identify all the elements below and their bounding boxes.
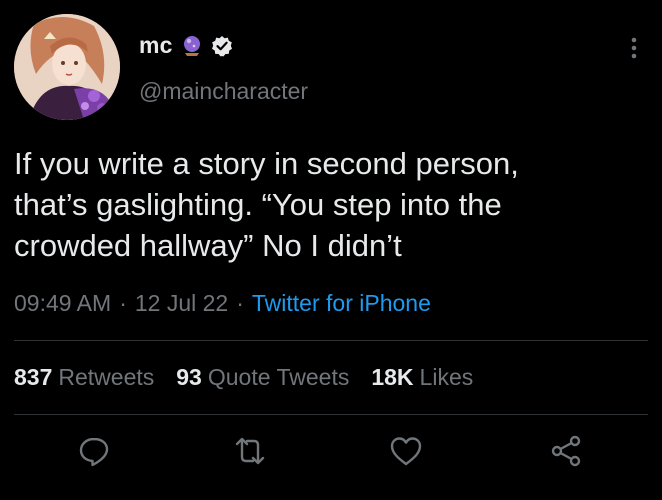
tweet-time[interactable]: 09:49 AM xyxy=(14,290,111,317)
tweet-text: If you write a story in second person, t… xyxy=(14,146,519,263)
divider xyxy=(14,414,648,415)
retweets-label: Retweets xyxy=(58,364,155,390)
author-display-name[interactable]: mc xyxy=(139,32,173,59)
likes-stat[interactable]: 18K Likes xyxy=(371,364,473,391)
tweet-source-link[interactable]: Twitter for iPhone xyxy=(252,290,431,317)
tweet-date[interactable]: 12 Jul 22 xyxy=(135,290,228,317)
tweet-actions xyxy=(0,433,662,473)
author-handle[interactable]: @maincharacter xyxy=(139,78,308,105)
quote-tweets-stat[interactable]: 93 Quote Tweets xyxy=(176,364,349,391)
crystal-ball-icon xyxy=(181,35,203,57)
tweet-stats: 837 Retweets 93 Quote Tweets 18K Likes xyxy=(14,364,495,391)
avatar-illustration xyxy=(14,14,120,120)
likes-count: 18K xyxy=(371,364,414,390)
retweets-count: 837 xyxy=(14,364,53,390)
author-name-row: mc xyxy=(139,32,233,59)
tweet-meta: 09:49 AM · 12 Jul 22 · Twitter for iPhon… xyxy=(14,290,431,317)
meta-separator: · xyxy=(236,290,244,316)
quote-tweets-count: 93 xyxy=(176,364,202,390)
like-icon[interactable] xyxy=(388,433,424,469)
share-icon[interactable] xyxy=(548,433,584,469)
meta-separator: · xyxy=(119,290,127,316)
reply-icon[interactable] xyxy=(76,433,112,469)
retweet-icon[interactable] xyxy=(232,433,268,469)
likes-label: Likes xyxy=(419,364,474,390)
verified-badge-icon xyxy=(211,35,233,57)
retweets-stat[interactable]: 837 Retweets xyxy=(14,364,154,391)
avatar[interactable] xyxy=(14,14,120,120)
more-vertical-icon[interactable] xyxy=(624,36,644,60)
quote-tweets-label: Quote Tweets xyxy=(207,364,350,390)
divider xyxy=(14,340,648,341)
